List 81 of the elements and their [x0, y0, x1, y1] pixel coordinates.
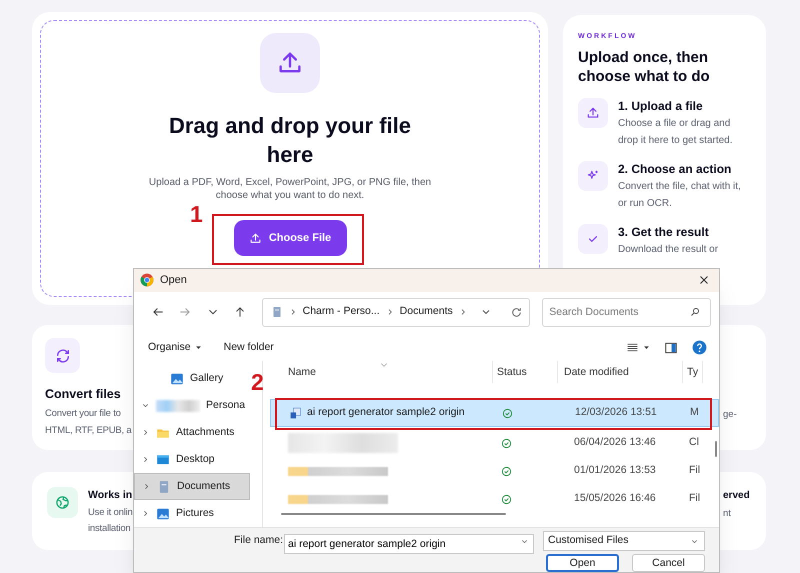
blurred-name	[156, 400, 200, 412]
search-icon	[688, 306, 701, 318]
column-header[interactable]: Date modified	[558, 361, 683, 384]
file-name: ai report generator sample2 origin	[307, 405, 465, 420]
new-folder-button[interactable]: New folder	[224, 340, 274, 356]
date-cell-text: 06/04/2026 13:46	[573, 435, 657, 450]
step-description: Choose a file or drag and	[618, 116, 732, 130]
file-row[interactable]: 01/01/2026 13:53 Fil	[270, 457, 719, 486]
refresh-icon	[510, 306, 524, 319]
browser-logo-icon	[140, 273, 154, 288]
breadcrumb-item[interactable]: Documents	[400, 304, 453, 320]
globe-icon	[55, 495, 70, 510]
column-header[interactable]: Status	[493, 361, 558, 384]
step-description: Convert the file, chat with it,	[618, 180, 741, 194]
caret-down-icon	[194, 344, 202, 352]
step-number: 1	[190, 203, 203, 225]
step-description: drop it here to get started.	[618, 134, 733, 148]
feature-description: ge-	[723, 408, 737, 422]
refresh-icon	[54, 348, 70, 364]
column-header[interactable]: Ty	[683, 361, 703, 384]
nav-item[interactable]: Pictures	[134, 500, 250, 528]
desktop-icon	[156, 452, 170, 467]
pictures-icon	[156, 506, 170, 521]
feature-description: installation	[88, 522, 130, 536]
document-icon	[270, 305, 283, 320]
nav-item[interactable]: Documents	[134, 473, 250, 500]
file-name-field[interactable]: ai report generator sample2 origin	[284, 534, 534, 554]
document-shortcut-icon	[289, 406, 302, 420]
feature-title: erved	[723, 489, 750, 503]
nav-item[interactable]: Gallery	[134, 365, 250, 392]
step-title: 2. Choose an action	[618, 160, 732, 178]
type-cell-text: Cl	[688, 435, 700, 450]
help-icon	[692, 340, 707, 356]
documents-icon	[157, 480, 171, 494]
caret-down-icon	[643, 344, 650, 352]
feature-description: HTML, RTF, EPUB, a	[45, 424, 132, 438]
column-header[interactable]: Name	[270, 361, 493, 384]
file-name-label: File name:	[234, 533, 284, 548]
type-cell-text: M	[689, 405, 700, 420]
date-cell-text: 01/01/2026 13:53	[573, 463, 657, 478]
step-description: or run OCR.	[618, 196, 673, 210]
upload-icon	[586, 106, 600, 120]
gallery-icon	[170, 372, 184, 386]
sort-caret-icon	[380, 361, 388, 370]
dialog-title: Open	[160, 273, 187, 288]
preview-pane-icon	[664, 340, 678, 355]
step-number: 2	[251, 371, 264, 393]
type-cell-text: Fil	[688, 491, 702, 506]
vertical-scrollbar	[715, 441, 717, 458]
file-type-dropdown[interactable]: Customised Files	[543, 531, 705, 552]
cancel-button[interactable]: Cancel	[632, 554, 705, 572]
feature-title: Works in	[88, 488, 133, 503]
nav-item[interactable]: Persona	[134, 392, 250, 420]
address-bar[interactable]: Charm - Perso... Documents	[262, 298, 530, 327]
organise-menu-button[interactable]: Organise	[148, 340, 202, 356]
search-field[interactable]: Search Documents	[542, 298, 711, 327]
close-icon	[698, 274, 710, 286]
file-row[interactable]: 06/04/2026 13:46 Cl	[270, 429, 719, 458]
drop-heading: Drag and drop your file here	[168, 112, 412, 169]
preview-pane-button[interactable]	[664, 340, 678, 355]
type-cell-text: Fil	[688, 463, 702, 478]
drop-description: Upload a PDF, Word, Excel, PowerPoint, JPG, or PNG file, then choose what you want to do next.	[148, 176, 432, 202]
nav-item[interactable]: Attachments	[134, 419, 250, 446]
nav-item[interactable]: Desktop	[134, 446, 250, 474]
step-title: 1. Upload a file	[618, 98, 704, 114]
file-row[interactable]: 15/05/2026 16:46 Fil	[270, 485, 719, 514]
upload-icon	[248, 232, 262, 244]
feature-description: nt	[723, 507, 731, 521]
date-cell-text: 12/03/2026 13:51	[574, 405, 658, 420]
feature-description: Convert your file to	[45, 406, 121, 421]
breadcrumb-item[interactable]: Charm - Perso...	[302, 304, 380, 320]
help-button[interactable]	[692, 340, 707, 356]
file-row[interactable]: ai report generator sample2 origin 12/03/2026 13:51 M	[270, 399, 719, 428]
workflow-title: Upload once, then choose what to do	[578, 48, 711, 86]
step-title: 3. Get the result	[618, 224, 710, 240]
open-button[interactable]: Open	[546, 554, 619, 572]
choose-file-button[interactable]: Choose File	[234, 220, 346, 256]
feature-title: Convert files	[45, 386, 122, 403]
step-description: Download the result or	[618, 242, 718, 256]
date-cell-text: 15/05/2026 16:46	[573, 491, 657, 506]
feature-description: Use it onlin	[88, 506, 133, 520]
